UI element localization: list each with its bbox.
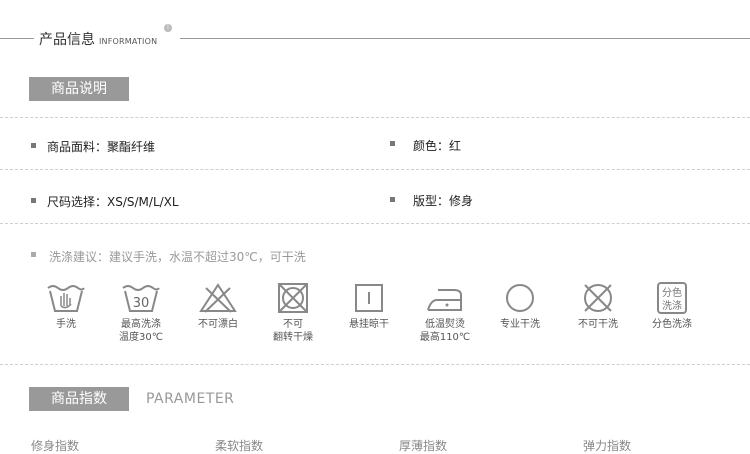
- bullet-icon: [31, 252, 36, 257]
- line-dry-icon: [355, 284, 383, 312]
- care-label: 分色洗涤: [652, 319, 692, 330]
- divider: [0, 223, 750, 224]
- wash-separately-icon: 分色 洗涤: [657, 282, 687, 314]
- care-low-iron: 低温熨烫 最高110℃: [405, 282, 485, 344]
- info-badge-icon: i: [164, 24, 172, 32]
- spec-fit: 版型：修身: [413, 194, 474, 208]
- care-wash-separately: 分色 洗涤 分色洗涤: [632, 282, 712, 331]
- spec-fabric: 商品面料：聚酯纤维: [47, 140, 156, 154]
- care-dry-clean: 专业干洗: [480, 282, 560, 331]
- care-label: 最高洗涤 温度30℃: [119, 319, 163, 343]
- low-iron-icon: [427, 289, 462, 311]
- parameter-english: PARAMETER: [146, 391, 235, 407]
- care-line-dry: 悬挂晾干: [329, 282, 409, 331]
- description-tag: 商品说明: [29, 77, 129, 101]
- care-no-bleach: 不可漂白: [178, 282, 258, 331]
- do-not-dry-clean-icon: [584, 284, 612, 312]
- divider: [0, 364, 750, 365]
- section-title: 产品信息 INFORMATION: [39, 29, 157, 49]
- hand-wash-icon: [47, 285, 85, 312]
- bullet-icon: [390, 197, 395, 202]
- care-label: 悬挂晾干: [349, 319, 389, 330]
- do-not-bleach-icon: [199, 283, 237, 313]
- care-label: 低温熨烫 最高110℃: [419, 319, 471, 343]
- wash-separately-text-1: 分色: [662, 286, 682, 299]
- bullet-icon: [390, 141, 395, 146]
- washing-note: 洗涤建议：建议手洗，水温不超过30℃，可干洗: [49, 250, 306, 264]
- section-title-text: 产品信息: [39, 32, 95, 48]
- header-line-right: [180, 38, 750, 39]
- do-not-tumble-dry-icon: [278, 283, 308, 313]
- care-label: 不可漂白: [198, 319, 238, 330]
- care-label: 手洗: [56, 319, 76, 330]
- divider: [0, 169, 750, 170]
- bullet-icon: [31, 143, 36, 148]
- wash-30-icon: 30: [122, 285, 160, 312]
- care-no-dry-clean: 不可干洗: [558, 282, 638, 331]
- care-label: 专业干洗: [500, 319, 540, 330]
- care-label: 不可干洗: [578, 319, 618, 330]
- header-line-left: [0, 38, 34, 39]
- care-no-tumble: 不可 翻转干燥: [253, 282, 333, 344]
- spec-size: 尺码选择：XS/S/M/L/XL: [47, 195, 179, 209]
- wash-temp-number: 30: [133, 296, 150, 311]
- dry-clean-icon: [506, 284, 534, 312]
- section-subtitle: INFORMATION: [99, 37, 158, 46]
- divider: [0, 117, 750, 118]
- care-hand-wash: 手洗: [26, 282, 106, 331]
- care-wash-30: 30 最高洗涤 温度30℃: [101, 282, 181, 344]
- care-label: 不可 翻转干燥: [273, 319, 313, 343]
- bullet-icon: [31, 198, 36, 203]
- wash-separately-text-2: 洗涤: [662, 299, 682, 312]
- spec-color: 颜色：红: [413, 139, 462, 153]
- parameter-tag: 商品指数: [29, 387, 129, 411]
